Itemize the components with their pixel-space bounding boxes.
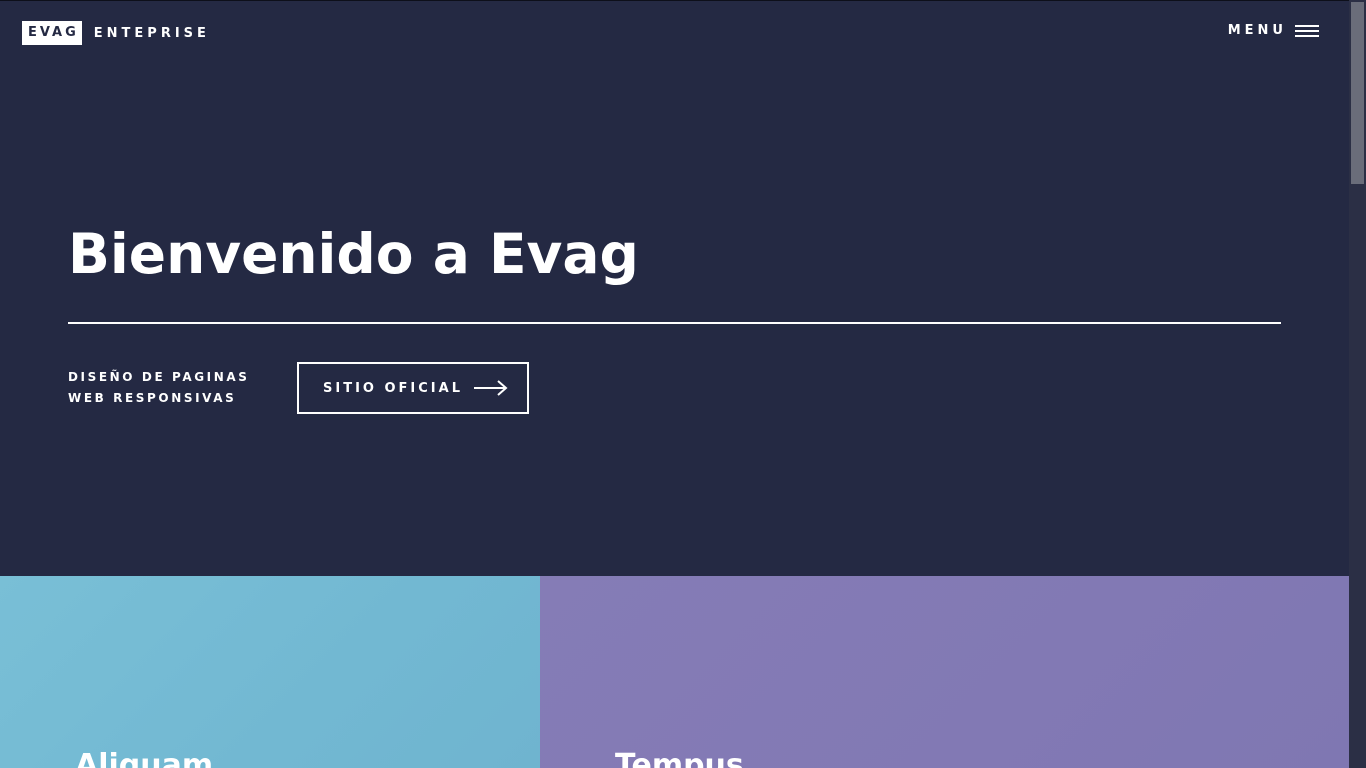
official-site-button-label: SITIO OFICIAL [323,380,463,396]
scrollbar-thumb[interactable] [1351,2,1364,184]
banner-title: Bienvenido a Evag [68,222,639,286]
menu-button[interactable]: MENU [1228,23,1319,38]
tile-title: Tempus [615,748,744,768]
tile-title: Aliquam [75,748,214,768]
logo[interactable]: EVAG ENTEPRISE [22,21,210,45]
official-site-button[interactable]: SITIO OFICIAL [297,362,529,414]
banner-subtitle: DISEÑO DE PAGINAS WEB RESPONSIVAS [68,370,250,405]
main-content: EVAG ENTEPRISE MENU Bienvenido a Evag DI… [0,0,1349,768]
menu-label: MENU [1227,23,1287,38]
arrow-right-icon [473,380,508,396]
banner: EVAG ENTEPRISE MENU Bienvenido a Evag DI… [0,0,1349,576]
hamburger-icon [1295,24,1319,37]
tile-tempus[interactable]: Tempus [540,576,1349,768]
banner-divider [68,322,1281,324]
tile-aliquam[interactable]: Aliquam [0,576,540,768]
logo-mark: EVAG [22,21,82,45]
vertical-scrollbar[interactable] [1349,0,1366,768]
page: EVAG ENTEPRISE MENU Bienvenido a Evag DI… [0,0,1366,768]
logo-text: ENTEPRISE [93,25,210,41]
